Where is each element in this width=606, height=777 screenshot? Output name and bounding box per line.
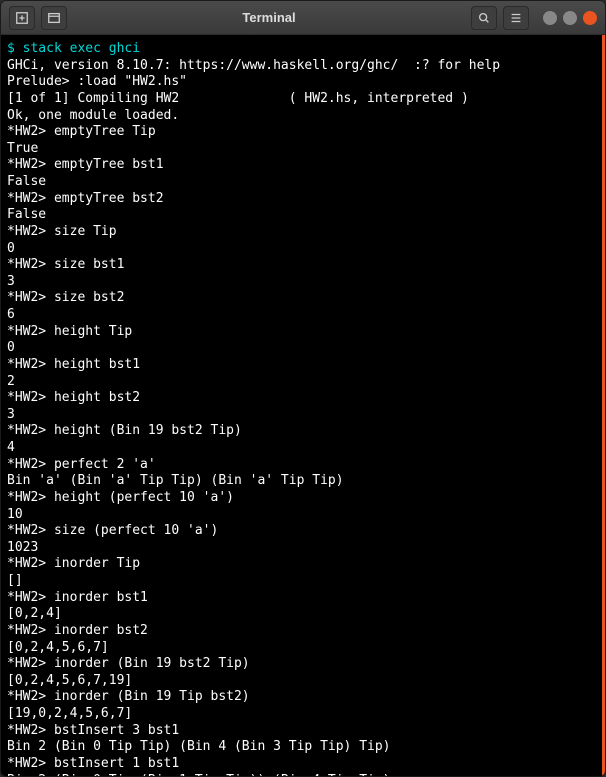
terminal-line: [19,0,2,4,5,6,7] bbox=[7, 706, 596, 723]
terminal-line: GHCi, version 8.10.7: https://www.haskel… bbox=[7, 58, 596, 75]
search-button[interactable] bbox=[471, 6, 497, 30]
titlebar: Terminal bbox=[1, 1, 605, 35]
terminal-line: *HW2> emptyTree bst1 bbox=[7, 157, 596, 174]
terminal-line: 0 bbox=[7, 340, 596, 357]
new-tab-button[interactable] bbox=[9, 6, 35, 30]
terminal-line: [] bbox=[7, 573, 596, 590]
search-icon bbox=[477, 11, 491, 25]
terminal-line: [1 of 1] Compiling HW2 ( HW2.hs, interpr… bbox=[7, 91, 596, 108]
terminal-line: 10 bbox=[7, 507, 596, 524]
terminal-line: 0 bbox=[7, 241, 596, 258]
terminal-line: *HW2> size bst1 bbox=[7, 257, 596, 274]
window-title: Terminal bbox=[73, 10, 465, 25]
terminal-line: Ok, one module loaded. bbox=[7, 108, 596, 125]
terminal-line: Bin 2 (Bin 0 Tip Tip) (Bin 4 (Bin 3 Tip … bbox=[7, 739, 596, 756]
terminal-content: $ stack exec ghciGHCi, version 8.10.7: h… bbox=[7, 41, 596, 776]
terminal-body[interactable]: $ stack exec ghciGHCi, version 8.10.7: h… bbox=[1, 35, 605, 776]
terminal-line: *HW2> height bst1 bbox=[7, 357, 596, 374]
new-window-button[interactable] bbox=[41, 6, 67, 30]
terminal-window: Terminal $ stack exec ghciGHCi, version … bbox=[0, 0, 606, 777]
maximize-button[interactable] bbox=[563, 11, 577, 25]
terminal-line: Bin 'a' (Bin 'a' Tip Tip) (Bin 'a' Tip T… bbox=[7, 473, 596, 490]
terminal-line: *HW2> height (perfect 10 'a') bbox=[7, 490, 596, 507]
terminal-line: [0,2,4,5,6,7,19] bbox=[7, 673, 596, 690]
terminal-line: *HW2> size bst2 bbox=[7, 290, 596, 307]
terminal-line: *HW2> inorder bst2 bbox=[7, 623, 596, 640]
terminal-line: *HW2> bstInsert 1 bst1 bbox=[7, 756, 596, 773]
titlebar-right bbox=[471, 6, 597, 30]
terminal-line: *HW2> inorder Tip bbox=[7, 556, 596, 573]
terminal-line: *HW2> height (Bin 19 bst2 Tip) bbox=[7, 423, 596, 440]
terminal-line: 2 bbox=[7, 374, 596, 391]
terminal-line: False bbox=[7, 174, 596, 191]
terminal-line: [0,2,4] bbox=[7, 606, 596, 623]
terminal-line: [0,2,4,5,6,7] bbox=[7, 640, 596, 657]
minimize-button[interactable] bbox=[543, 11, 557, 25]
terminal-line: *HW2> bstInsert 3 bst1 bbox=[7, 723, 596, 740]
plus-box-icon bbox=[15, 11, 29, 25]
terminal-line: True bbox=[7, 141, 596, 158]
window-icon bbox=[47, 11, 61, 25]
terminal-line: 4 bbox=[7, 440, 596, 457]
terminal-line: 6 bbox=[7, 307, 596, 324]
terminal-line: $ stack exec ghci bbox=[7, 41, 596, 58]
terminal-line: *HW2> perfect 2 'a' bbox=[7, 457, 596, 474]
terminal-line: *HW2> size Tip bbox=[7, 224, 596, 241]
terminal-line: 1023 bbox=[7, 540, 596, 557]
terminal-line: *HW2> emptyTree bst2 bbox=[7, 191, 596, 208]
terminal-line: *HW2> height Tip bbox=[7, 324, 596, 341]
terminal-line: *HW2> inorder (Bin 19 Tip bst2) bbox=[7, 689, 596, 706]
terminal-line: *HW2> size (perfect 10 'a') bbox=[7, 523, 596, 540]
close-button[interactable] bbox=[583, 11, 597, 25]
hamburger-icon bbox=[509, 11, 523, 25]
terminal-line: *HW2> inorder bst1 bbox=[7, 590, 596, 607]
terminal-line: Bin 2 (Bin 0 Tip (Bin 1 Tip Tip)) (Bin 4… bbox=[7, 773, 596, 777]
terminal-line: False bbox=[7, 207, 596, 224]
terminal-line: *HW2> inorder (Bin 19 bst2 Tip) bbox=[7, 656, 596, 673]
terminal-line: *HW2> height bst2 bbox=[7, 390, 596, 407]
terminal-line: 3 bbox=[7, 407, 596, 424]
window-controls bbox=[543, 11, 597, 25]
terminal-line: Prelude> :load "HW2.hs" bbox=[7, 74, 596, 91]
titlebar-left bbox=[9, 6, 67, 30]
terminal-line: 3 bbox=[7, 274, 596, 291]
menu-button[interactable] bbox=[503, 6, 529, 30]
terminal-line: *HW2> emptyTree Tip bbox=[7, 124, 596, 141]
